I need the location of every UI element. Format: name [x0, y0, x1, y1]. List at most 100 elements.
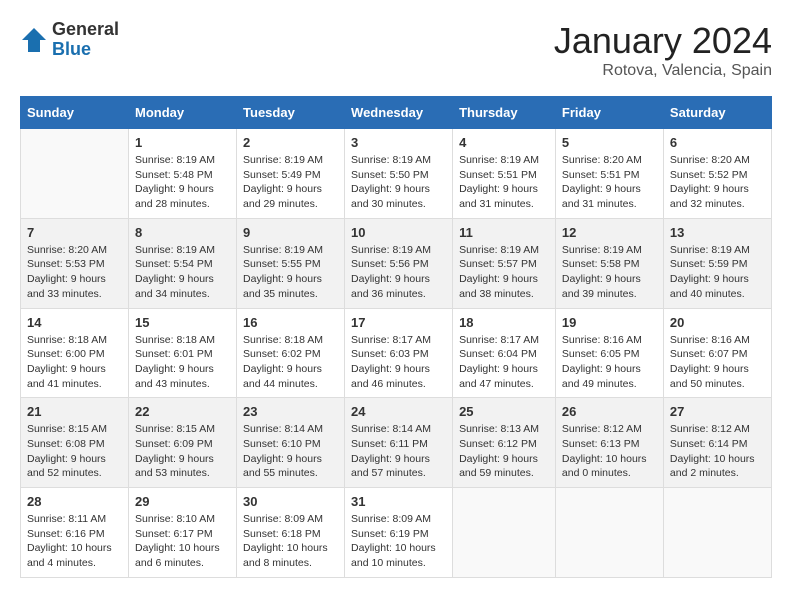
calendar-cell: 23 Sunrise: 8:14 AM Sunset: 6:10 PM Dayli…: [237, 398, 345, 488]
day-info: Sunrise: 8:13 AM Sunset: 6:12 PM Dayligh…: [459, 422, 549, 481]
calendar-cell: 29Sunrise: 8:10 AM Sunset: 6:17 PM Dayli…: [129, 488, 237, 578]
day-number: 18: [459, 315, 549, 330]
day-number: 20: [670, 315, 765, 330]
day-info: Sunrise: 8:19 AM Sunset: 5:54 PM Dayligh…: [135, 243, 230, 302]
day-number: 26: [562, 404, 657, 419]
calendar-cell: 4 Sunrise: 8:19 AM Sunset: 5:51 PM Daylig…: [453, 129, 556, 219]
day-number: 21: [27, 404, 122, 419]
calendar-cell: 9 Sunrise: 8:19 AM Sunset: 5:55 PM Daylig…: [237, 218, 345, 308]
day-number: 27: [670, 404, 765, 419]
calendar-cell: 26 Sunrise: 8:12 AM Sunset: 6:13 PM Dayli…: [555, 398, 663, 488]
day-info: Sunrise: 8:19 AM Sunset: 5:57 PM Dayligh…: [459, 243, 549, 302]
calendar-cell: [663, 488, 771, 578]
calendar-cell: [453, 488, 556, 578]
calendar-cell: 17 Sunrise: 8:17 AM Sunset: 6:03 PM Dayli…: [345, 308, 453, 398]
day-info: Sunrise: 8:11 AM Sunset: 6:16 PM Dayligh…: [27, 512, 122, 571]
calendar-cell: 19Sunrise: 8:16 AM Sunset: 6:05 PM Dayli…: [555, 308, 663, 398]
calendar-cell: 31 Sunrise: 8:09 AM Sunset: 6:19 PM Dayli…: [345, 488, 453, 578]
day-info: Sunrise: 8:12 AM Sunset: 6:13 PM Dayligh…: [562, 422, 657, 481]
calendar-cell: 1 Sunrise: 8:19 AM Sunset: 5:48 PM Daylig…: [129, 129, 237, 219]
day-number: 17: [351, 315, 446, 330]
calendar-cell: 30 Sunrise: 8:09 AM Sunset: 6:18 PM Dayli…: [237, 488, 345, 578]
day-number: 13: [670, 225, 765, 240]
day-number: 10: [351, 225, 446, 240]
day-number: 12: [562, 225, 657, 240]
day-number: 1: [135, 135, 230, 150]
day-info: Sunrise: 8:10 AM Sunset: 6:17 PM Dayligh…: [135, 512, 230, 571]
day-info: Sunrise: 8:20 AM Sunset: 5:53 PM Dayligh…: [27, 243, 122, 302]
day-info: Sunrise: 8:18 AM Sunset: 6:01 PM Dayligh…: [135, 333, 230, 392]
logo-blue: Blue: [52, 40, 119, 60]
day-number: 7: [27, 225, 122, 240]
calendar-cell: 7 Sunrise: 8:20 AM Sunset: 5:53 PM Daylig…: [21, 218, 129, 308]
day-info: Sunrise: 8:18 AM Sunset: 6:00 PM Dayligh…: [27, 333, 122, 392]
calendar-cell: 12 Sunrise: 8:19 AM Sunset: 5:58 PM Dayli…: [555, 218, 663, 308]
header-day-sunday: Sunday: [21, 97, 129, 129]
day-info: Sunrise: 8:19 AM Sunset: 5:58 PM Dayligh…: [562, 243, 657, 302]
calendar-cell: 24 Sunrise: 8:14 AM Sunset: 6:11 PM Dayli…: [345, 398, 453, 488]
day-info: Sunrise: 8:14 AM Sunset: 6:11 PM Dayligh…: [351, 422, 446, 481]
week-row-3: 14Sunrise: 8:18 AM Sunset: 6:00 PM Dayli…: [21, 308, 772, 398]
calendar-cell: 28 Sunrise: 8:11 AM Sunset: 6:16 PM Dayli…: [21, 488, 129, 578]
day-number: 30: [243, 494, 338, 509]
calendar-cell: 27Sunrise: 8:12 AM Sunset: 6:14 PM Dayli…: [663, 398, 771, 488]
day-info: Sunrise: 8:19 AM Sunset: 5:48 PM Dayligh…: [135, 153, 230, 212]
day-number: 5: [562, 135, 657, 150]
day-info: Sunrise: 8:19 AM Sunset: 5:55 PM Dayligh…: [243, 243, 338, 302]
day-info: Sunrise: 8:18 AM Sunset: 6:02 PM Dayligh…: [243, 333, 338, 392]
calendar-cell: 14Sunrise: 8:18 AM Sunset: 6:00 PM Dayli…: [21, 308, 129, 398]
calendar-cell: 5 Sunrise: 8:20 AM Sunset: 5:51 PM Daylig…: [555, 129, 663, 219]
calendar-table: SundayMondayTuesdayWednesdayThursdayFrid…: [20, 96, 772, 578]
page-header: General Blue January 2024 Rotova, Valenc…: [20, 20, 772, 80]
day-number: 3: [351, 135, 446, 150]
day-number: 9: [243, 225, 338, 240]
calendar-cell: 13 Sunrise: 8:19 AM Sunset: 5:59 PM Dayli…: [663, 218, 771, 308]
calendar-cell: 25 Sunrise: 8:13 AM Sunset: 6:12 PM Dayli…: [453, 398, 556, 488]
day-info: Sunrise: 8:16 AM Sunset: 6:07 PM Dayligh…: [670, 333, 765, 392]
day-info: Sunrise: 8:19 AM Sunset: 5:59 PM Dayligh…: [670, 243, 765, 302]
logo-text: General Blue: [52, 20, 119, 60]
week-row-2: 7 Sunrise: 8:20 AM Sunset: 5:53 PM Daylig…: [21, 218, 772, 308]
header-day-saturday: Saturday: [663, 97, 771, 129]
day-number: 22: [135, 404, 230, 419]
calendar-cell: 22 Sunrise: 8:15 AM Sunset: 6:09 PM Dayli…: [129, 398, 237, 488]
day-info: Sunrise: 8:20 AM Sunset: 5:52 PM Dayligh…: [670, 153, 765, 212]
day-number: 23: [243, 404, 338, 419]
day-info: Sunrise: 8:19 AM Sunset: 5:49 PM Dayligh…: [243, 153, 338, 212]
location: Rotova, Valencia, Spain: [554, 62, 772, 80]
month-title: January 2024: [554, 20, 772, 62]
calendar-cell: [21, 129, 129, 219]
day-number: 28: [27, 494, 122, 509]
day-number: 4: [459, 135, 549, 150]
day-number: 16: [243, 315, 338, 330]
day-number: 8: [135, 225, 230, 240]
day-info: Sunrise: 8:20 AM Sunset: 5:51 PM Dayligh…: [562, 153, 657, 212]
day-info: Sunrise: 8:09 AM Sunset: 6:19 PM Dayligh…: [351, 512, 446, 571]
week-row-4: 21 Sunrise: 8:15 AM Sunset: 6:08 PM Dayli…: [21, 398, 772, 488]
header-day-monday: Monday: [129, 97, 237, 129]
day-number: 31: [351, 494, 446, 509]
logo-icon: [20, 26, 48, 54]
day-info: Sunrise: 8:15 AM Sunset: 6:09 PM Dayligh…: [135, 422, 230, 481]
day-info: Sunrise: 8:19 AM Sunset: 5:51 PM Dayligh…: [459, 153, 549, 212]
calendar-cell: 15Sunrise: 8:18 AM Sunset: 6:01 PM Dayli…: [129, 308, 237, 398]
calendar-cell: 6 Sunrise: 8:20 AM Sunset: 5:52 PM Daylig…: [663, 129, 771, 219]
day-number: 24: [351, 404, 446, 419]
day-number: 11: [459, 225, 549, 240]
calendar-cell: 18Sunrise: 8:17 AM Sunset: 6:04 PM Dayli…: [453, 308, 556, 398]
day-number: 25: [459, 404, 549, 419]
day-info: Sunrise: 8:09 AM Sunset: 6:18 PM Dayligh…: [243, 512, 338, 571]
day-number: 6: [670, 135, 765, 150]
day-number: 19: [562, 315, 657, 330]
logo: General Blue: [20, 20, 119, 60]
day-info: Sunrise: 8:19 AM Sunset: 5:56 PM Dayligh…: [351, 243, 446, 302]
day-info: Sunrise: 8:17 AM Sunset: 6:03 PM Dayligh…: [351, 333, 446, 392]
calendar-cell: 11 Sunrise: 8:19 AM Sunset: 5:57 PM Dayli…: [453, 218, 556, 308]
header-day-friday: Friday: [555, 97, 663, 129]
day-info: Sunrise: 8:14 AM Sunset: 6:10 PM Dayligh…: [243, 422, 338, 481]
day-info: Sunrise: 8:15 AM Sunset: 6:08 PM Dayligh…: [27, 422, 122, 481]
calendar-cell: 2Sunrise: 8:19 AM Sunset: 5:49 PM Daylig…: [237, 129, 345, 219]
header-day-tuesday: Tuesday: [237, 97, 345, 129]
logo-general: General: [52, 20, 119, 40]
week-row-1: 1 Sunrise: 8:19 AM Sunset: 5:48 PM Daylig…: [21, 129, 772, 219]
